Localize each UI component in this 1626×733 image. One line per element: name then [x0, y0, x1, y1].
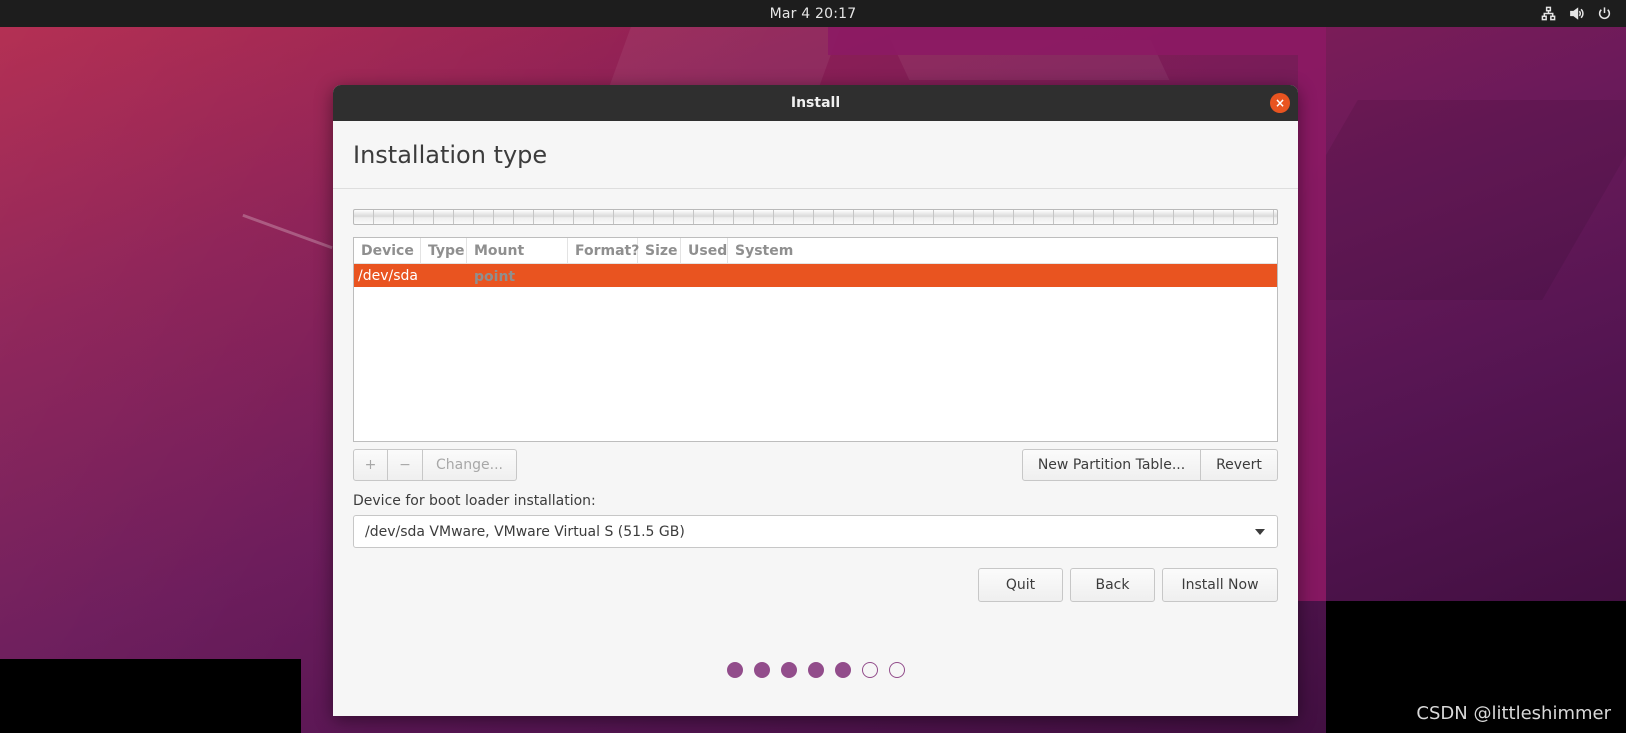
progress-dot: [861, 662, 878, 678]
partition-table[interactable]: Device Type Mount point Format? Size Use…: [353, 237, 1278, 442]
progress-dot: [753, 662, 770, 678]
progress-dot: [888, 662, 905, 678]
close-button[interactable]: ×: [1270, 93, 1290, 113]
new-partition-table-button[interactable]: New Partition Table...: [1022, 449, 1201, 481]
partition-controls: + − Change... New Partition Table... Rev…: [353, 449, 1278, 481]
action-buttons: Quit Back Install Now: [353, 568, 1278, 602]
power-icon[interactable]: [1596, 6, 1612, 22]
back-button[interactable]: Back: [1070, 568, 1155, 602]
watermark: CSDN @littleshimmer: [1416, 703, 1611, 724]
revert-button[interactable]: Revert: [1201, 449, 1278, 481]
column-device[interactable]: Device: [354, 237, 421, 264]
boot-loader-selected: /dev/sda VMware, VMware Virtual S (51.5 …: [365, 523, 685, 540]
quit-button[interactable]: Quit: [978, 568, 1063, 602]
installer-window: Install × Installation type Device Type …: [333, 85, 1298, 716]
column-used[interactable]: Used: [681, 237, 728, 264]
change-partition-button[interactable]: Change...: [423, 449, 517, 481]
partition-table-header: Device Type Mount point Format? Size Use…: [354, 237, 1277, 285]
window-title: Install: [790, 95, 841, 111]
progress-dot: [780, 662, 797, 678]
remove-partition-button[interactable]: −: [388, 449, 423, 481]
disk-usage-bar: [353, 209, 1278, 225]
column-size[interactable]: Size: [638, 237, 681, 264]
system-tray[interactable]: [1540, 0, 1612, 27]
close-icon: ×: [1274, 96, 1286, 110]
page-title: Installation type: [333, 121, 1298, 189]
window-titlebar[interactable]: Install ×: [333, 85, 1298, 121]
boot-loader-label: Device for boot loader installation:: [353, 493, 596, 509]
progress-dot: [726, 662, 743, 678]
add-partition-button[interactable]: +: [353, 449, 388, 481]
clock[interactable]: Mar 4 20:17: [770, 6, 857, 22]
progress-dots: [333, 662, 1298, 678]
progress-dot: [834, 662, 851, 678]
device-cell: /dev/sda: [358, 267, 418, 284]
boot-loader-dropdown[interactable]: /dev/sda VMware, VMware Virtual S (51.5 …: [353, 515, 1278, 548]
column-type[interactable]: Type: [421, 237, 467, 264]
volume-icon[interactable]: [1568, 6, 1584, 22]
top-bar: Mar 4 20:17: [0, 0, 1626, 27]
progress-dot: [807, 662, 824, 678]
network-icon[interactable]: [1540, 6, 1556, 22]
install-now-button[interactable]: Install Now: [1162, 568, 1278, 602]
column-system[interactable]: System: [728, 238, 798, 264]
column-mount-point[interactable]: Mount point: [467, 237, 568, 285]
column-format[interactable]: Format?: [568, 237, 639, 264]
chevron-down-icon: [1255, 529, 1265, 535]
